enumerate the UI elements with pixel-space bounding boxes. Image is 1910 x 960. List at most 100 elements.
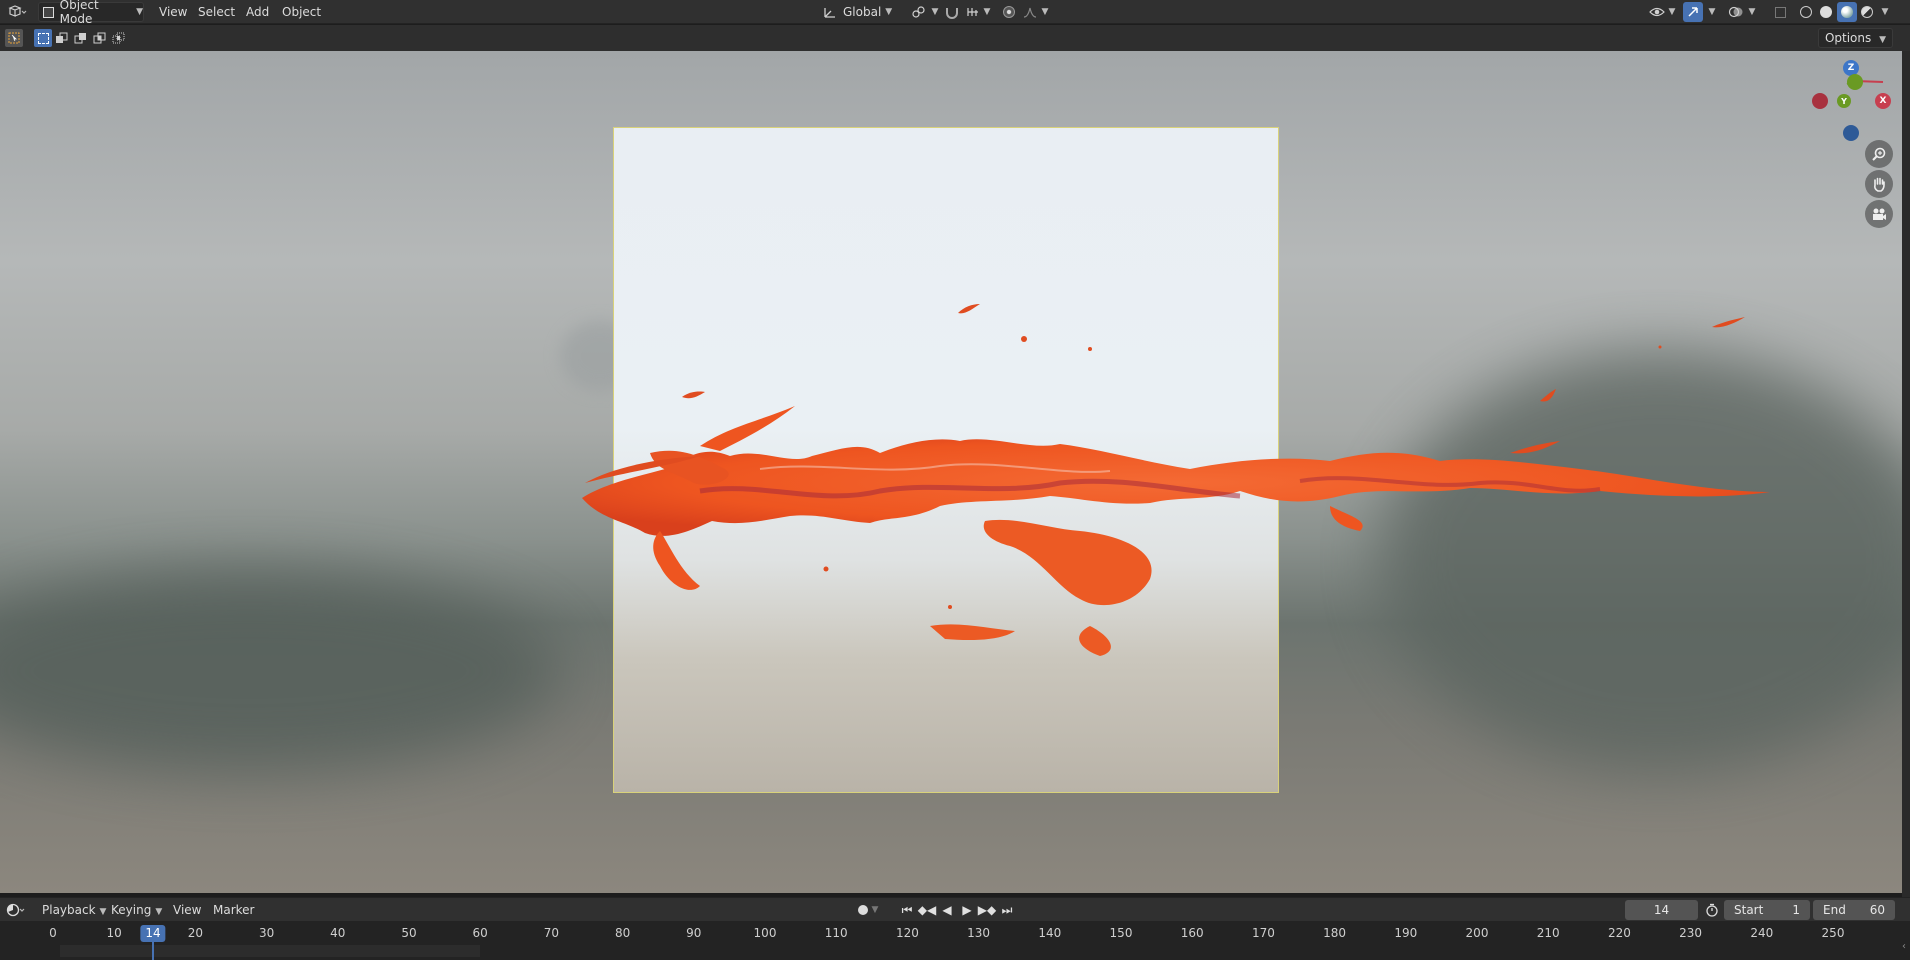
select-mode-new[interactable] [34,29,52,47]
active-tool-button[interactable] [5,29,23,47]
frame-tick-label: 250 [1821,926,1845,940]
menu-timeline-view[interactable]: View [167,900,207,920]
jump-end-icon: ⏭ [1001,902,1013,917]
select-mode-intersect[interactable] [110,29,128,47]
scroll-left-arrow-icon[interactable]: ‹ [1902,941,1906,952]
gizmo-x-axis[interactable]: X [1875,93,1891,109]
mode-intersect-icon [112,32,125,44]
options-dropdown[interactable]: Options ▼ [1817,28,1893,48]
pan-view-button[interactable] [1865,170,1893,198]
options-label: Options [1824,31,1872,45]
zoom-view-button[interactable] [1865,140,1893,168]
gizmo-dropdown[interactable]: ▼ [1705,2,1719,22]
menu-add[interactable]: Add [240,2,275,22]
gizmo-icon [1688,7,1698,17]
gizmo-neg-x-axis[interactable] [1812,93,1828,109]
snap-toggle[interactable] [944,2,960,22]
shading-wireframe-button[interactable] [1797,2,1815,22]
current-frame-field[interactable]: 14 [1625,900,1698,920]
timeline-editor-type-button[interactable] [3,900,29,920]
chevron-down-icon: ▼ [1881,7,1889,17]
current-frame-indicator[interactable]: 14 [140,925,166,942]
select-mode-extend[interactable] [53,29,71,47]
select-mode-subtract[interactable] [72,29,90,47]
material-preview-icon [1841,6,1853,18]
mode-new-icon [37,32,49,44]
sidebar-edge[interactable] [1902,51,1910,897]
xray-toggle[interactable] [1771,2,1789,22]
camera-icon [1873,208,1886,220]
end-frame-label: End [1823,903,1846,917]
frame-tick-label: 200 [1465,926,1489,940]
playhead[interactable] [152,941,154,960]
rendered-icon [1861,6,1873,18]
frame-tick-label: 170 [1251,926,1275,940]
menu-playback[interactable]: Playback ▼ [36,900,112,920]
mode-extend-icon [56,32,68,43]
shading-dropdown[interactable]: ▼ [1878,2,1892,22]
play-reverse-button[interactable]: ◀ [938,902,956,918]
chevron-down-icon: ▼ [983,7,991,17]
play-button[interactable]: ▶ [958,902,976,918]
frame-tick-label: 230 [1679,926,1703,940]
chevron-down-icon: ▼ [155,907,163,917]
select-mode-invert[interactable] [91,29,109,47]
overlays-toggle[interactable] [1726,2,1746,22]
frame-tick-label: 160 [1180,926,1204,940]
shading-rendered-button[interactable] [1858,2,1876,22]
hand-icon [1874,177,1885,192]
object-mode-dropdown[interactable]: Object Mode ▼ [38,0,144,26]
3d-viewport[interactable]: Z X Y [0,51,1902,893]
snap-target-dropdown[interactable]: ▼ [962,2,994,22]
frame-tick-label: 140 [1038,926,1062,940]
overlays-dropdown[interactable]: ▼ [1746,2,1758,22]
frame-tick-label: 50 [401,926,417,940]
chevron-down-icon: ▼ [931,7,939,17]
jump-to-next-keyframe-button[interactable]: ▶◆ [978,902,996,918]
use-preview-range-toggle[interactable] [1702,900,1722,920]
gizmo-y-axis-back[interactable] [1847,74,1863,90]
menu-keying[interactable]: Keying ▼ [105,900,168,920]
timeline-ruler[interactable]: 0 10 20 30 40 50 60 70 80 90 100 110 120 130 140 150 160… [0,921,1910,960]
start-frame-field[interactable]: Start 1 [1724,900,1810,920]
jump-to-start-button[interactable]: ⏮ [898,902,916,918]
select-box-icon [8,32,20,44]
menu-marker[interactable]: Marker [207,900,260,920]
object-visibility-dropdown[interactable]: ▼ [1647,2,1677,22]
auto-keying-toggle[interactable]: ▼ [852,900,884,920]
menu-view[interactable]: View [153,2,193,22]
jump-to-end-button[interactable]: ⏭ [998,902,1016,918]
fluid-splash-object[interactable] [0,51,1902,893]
proportional-editing-toggle[interactable] [1000,2,1018,22]
transform-orientation-dropdown[interactable]: Global ▼ [822,2,900,22]
end-frame-field[interactable]: End 60 [1813,900,1895,920]
frame-tick-label: 10 [106,926,122,940]
menu-select[interactable]: Select [192,2,241,22]
stopwatch-icon [1706,903,1718,917]
gizmo-y-axis[interactable]: Y [1837,94,1851,108]
object-mode-icon [43,6,54,18]
pivot-point-dropdown[interactable]: ▼ [908,2,940,22]
falloff-curve-icon [1023,7,1036,18]
proportional-falloff-dropdown[interactable]: ▼ [1020,2,1050,22]
clock-icon [6,903,25,917]
gizmo-neg-z-axis[interactable] [1843,125,1859,141]
jump-to-prev-keyframe-button[interactable]: ◆◀ [918,902,936,918]
start-frame-value: 1 [1792,903,1800,917]
frame-tick-label: 40 [330,926,346,940]
editor-type-button[interactable] [4,2,30,22]
timeline-header: Playback ▼ Keying ▼ View Marker ▼ ⏮ ◆◀ ◀ ▶… [0,897,1910,921]
shading-solid-button[interactable] [1817,2,1835,22]
frame-tick-label: 130 [967,926,991,940]
camera-view-button[interactable] [1865,200,1893,228]
gizmo-toggle[interactable] [1683,2,1703,22]
jump-start-icon: ⏮ [901,902,913,917]
shading-material-button[interactable] [1837,2,1857,22]
frame-tick-label: 110 [824,926,848,940]
solid-icon [1820,6,1832,18]
frame-tick-label: 120 [895,926,919,940]
frame-tick-label: 70 [543,926,560,940]
scene-frame-range-strip [60,945,480,957]
menu-object[interactable]: Object [276,2,327,22]
frame-tick-label: 180 [1323,926,1347,940]
